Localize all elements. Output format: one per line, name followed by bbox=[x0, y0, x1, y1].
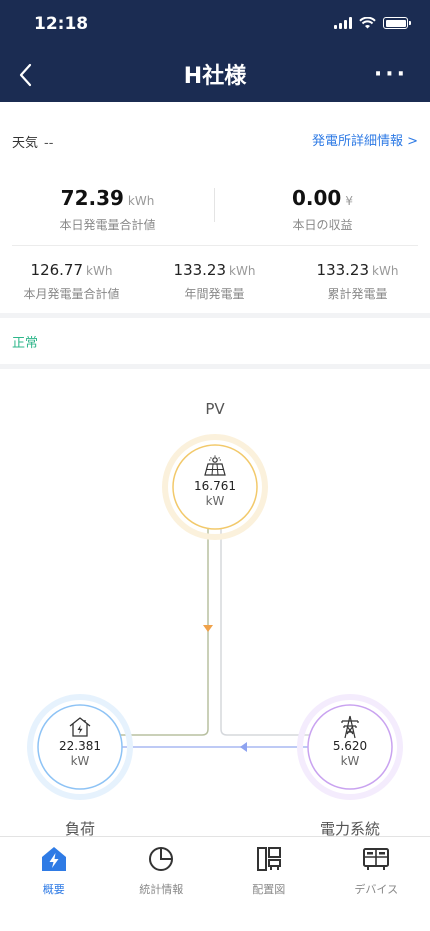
home-bolt-icon bbox=[41, 847, 66, 871]
house-bolt-icon bbox=[69, 717, 91, 737]
year-generation-unit: kWh bbox=[229, 264, 256, 278]
tab-devices[interactable]: デバイス bbox=[323, 845, 430, 897]
overview-card: 天気 -- 発電所詳細情報 > 72.39 kWh 本日発電量合計値 0.00 ¥ 本… bbox=[0, 102, 430, 313]
load-power-unit: kW bbox=[70, 754, 90, 768]
weather-value: -- bbox=[44, 136, 54, 151]
app-header: 12:18 H社様 ··· bbox=[0, 0, 430, 102]
page-title: H社様 bbox=[183, 64, 247, 89]
grid-power-unit: kW bbox=[340, 754, 360, 768]
wifi-icon bbox=[359, 17, 376, 29]
pv-power-unit: kW bbox=[205, 494, 225, 508]
tab-layout[interactable]: 配置図 bbox=[215, 845, 323, 897]
tab-statistics-label: 統計情報 bbox=[139, 883, 184, 896]
more-button[interactable]: ··· bbox=[374, 62, 408, 87]
load-power-value: 22.381 bbox=[59, 739, 101, 753]
today-revenue-label: 本日の収益 bbox=[292, 218, 353, 232]
pv-label: PV bbox=[205, 400, 225, 418]
battery-icon bbox=[383, 17, 411, 29]
power-tower-icon bbox=[341, 715, 359, 739]
today-revenue-stat: 0.00 ¥ 本日の収益 bbox=[215, 186, 430, 233]
status-bar: 12:18 bbox=[0, 0, 430, 50]
solar-panel-icon bbox=[204, 455, 226, 476]
status-icons bbox=[334, 17, 411, 29]
total-generation-unit: kWh bbox=[372, 264, 399, 278]
grid-node[interactable]: 5.620 kW bbox=[310, 715, 390, 769]
energy-flow-card: PV 16.761 kW 22.381 kW 5.620 kW 負荷 電力系統 bbox=[0, 369, 430, 839]
pv-power-value: 16.761 bbox=[194, 479, 236, 493]
signal-icon bbox=[334, 17, 352, 29]
tab-statistics[interactable]: 統計情報 bbox=[108, 845, 216, 897]
today-revenue-value: 0.00 bbox=[292, 186, 342, 210]
down-arrow-icon bbox=[203, 625, 213, 632]
tab-devices-label: デバイス bbox=[354, 883, 399, 896]
device-icon bbox=[363, 848, 390, 870]
tab-overview-label: 概要 bbox=[42, 883, 65, 896]
year-generation-value: 133.23 bbox=[173, 261, 227, 279]
status-time: 12:18 bbox=[34, 14, 89, 34]
month-generation-value: 126.77 bbox=[30, 261, 84, 279]
total-generation-label: 累計発電量 bbox=[327, 287, 388, 301]
today-generation-unit: kWh bbox=[127, 194, 155, 208]
load-node[interactable]: 22.381 kW bbox=[40, 715, 120, 769]
today-generation-label: 本日発電量合計値 bbox=[59, 218, 156, 232]
status-card: 正常 bbox=[0, 318, 430, 364]
tab-layout-label: 配置図 bbox=[252, 883, 286, 896]
total-generation-value: 133.23 bbox=[316, 261, 370, 279]
month-generation-stat: 126.77 kWh 本月発電量合計値 bbox=[0, 260, 143, 302]
bottom-tab-bar: 概要 統計情報 配置図 デバイス bbox=[0, 836, 430, 931]
total-generation-stat: 133.23 kWh 累計発電量 bbox=[286, 260, 429, 302]
plant-detail-link[interactable]: 発電所詳細情報 > bbox=[312, 130, 418, 149]
layout-icon bbox=[256, 847, 281, 871]
today-revenue-unit: ¥ bbox=[345, 194, 353, 208]
divider bbox=[12, 245, 418, 246]
pv-node[interactable]: 16.761 kW bbox=[175, 455, 255, 509]
weather: 天気 -- bbox=[12, 132, 53, 151]
today-generation-value: 72.39 bbox=[60, 186, 124, 210]
year-generation-stat: 133.23 kWh 年間発電量 bbox=[143, 260, 286, 302]
weather-label: 天気 bbox=[12, 136, 39, 151]
month-generation-label: 本月発電量合計値 bbox=[23, 287, 120, 301]
tab-overview[interactable]: 概要 bbox=[0, 845, 108, 897]
month-generation-unit: kWh bbox=[86, 264, 113, 278]
left-arrow-icon bbox=[240, 742, 247, 752]
status-badge: 正常 bbox=[12, 336, 39, 351]
today-generation-stat: 72.39 kWh 本日発電量合計値 bbox=[0, 186, 215, 233]
pie-chart-icon bbox=[149, 847, 174, 871]
year-generation-label: 年間発電量 bbox=[184, 287, 245, 301]
grid-power-value: 5.620 bbox=[332, 739, 368, 753]
